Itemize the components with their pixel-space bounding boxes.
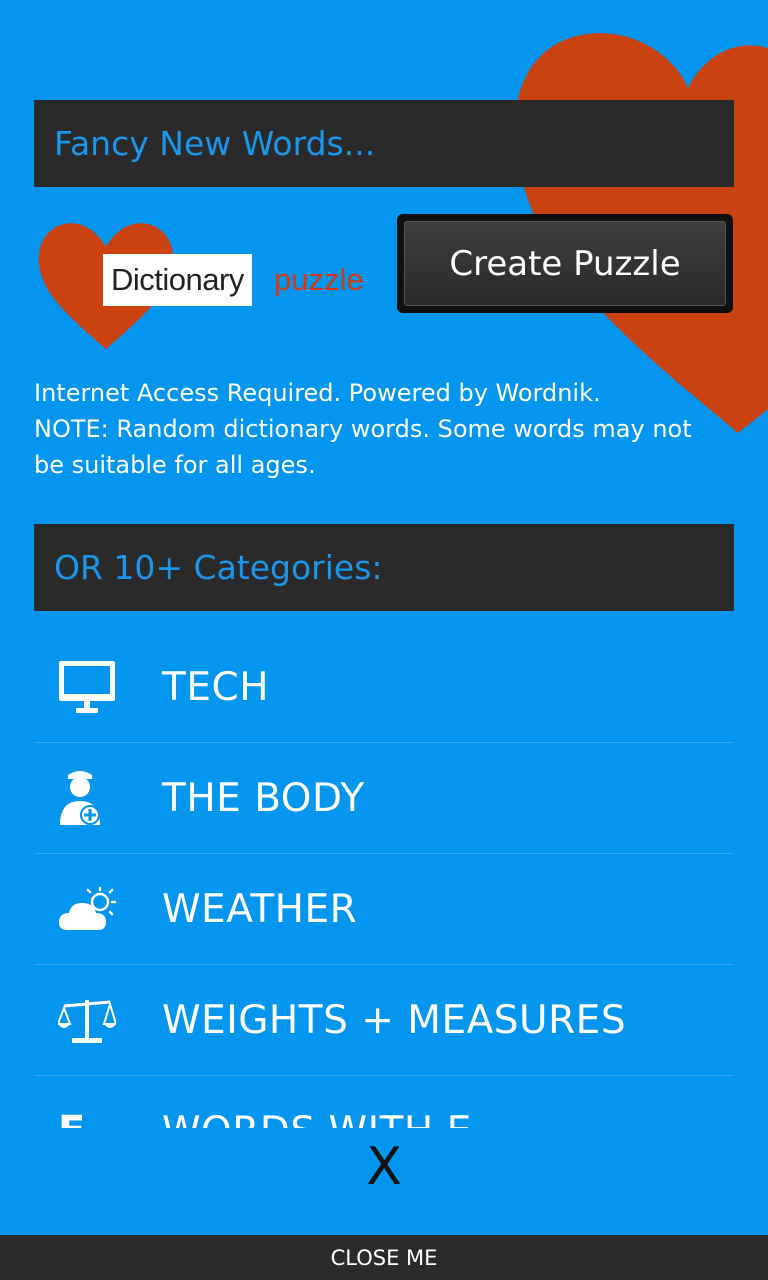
categories-header: OR 10+ Categories: — [34, 524, 734, 611]
monitor-icon — [59, 661, 115, 713]
info-text: Internet Access Required. Powered by Wor… — [34, 375, 724, 483]
close-me-label: CLOSE ME — [330, 1245, 438, 1270]
category-item-the-body[interactable]: THE BODY — [34, 743, 734, 854]
info-line-1: Internet Access Required. Powered by Wor… — [34, 379, 601, 407]
category-label: WEIGHTS + MEASURES — [162, 997, 627, 1043]
category-label: TECH — [162, 664, 270, 710]
category-label: WEATHER — [162, 886, 358, 932]
letter-e-icon: E — [58, 1108, 85, 1128]
info-line-2: NOTE: Random dictionary words. Some word… — [34, 415, 692, 443]
category-label: THE BODY — [162, 775, 365, 821]
fancy-words-header: Fancy New Words... — [34, 100, 734, 187]
close-me-button[interactable]: CLOSE ME — [0, 1235, 768, 1280]
logo-word-puzzle: puzzle — [274, 262, 364, 297]
logo-word-dictionary: Dictionary — [103, 254, 252, 306]
info-line-3: be suitable for all ages. — [34, 451, 316, 479]
close-x-button[interactable]: X — [354, 1135, 414, 1199]
doctor-icon — [60, 771, 100, 825]
create-puzzle-button[interactable]: Create Puzzle — [397, 214, 733, 313]
dictionary-puzzle-logo: Dictionary puzzle — [36, 214, 376, 354]
category-item-weights-measures[interactable]: WEIGHTS + MEASURES — [34, 965, 734, 1076]
scale-icon — [58, 1000, 116, 1043]
categories-title: OR 10+ Categories: — [54, 548, 383, 587]
category-list[interactable]: TECH THE BODY WEATHER WEIGHTS + MEASURES — [34, 632, 734, 1128]
category-item-tech[interactable]: TECH — [34, 632, 734, 743]
category-item-weather[interactable]: WEATHER — [34, 854, 734, 965]
cloud-sun-icon — [58, 886, 117, 930]
category-label: WORDS WITH E — [162, 1109, 472, 1129]
fancy-words-title: Fancy New Words... — [54, 124, 376, 163]
create-puzzle-label: Create Puzzle — [404, 221, 726, 306]
category-item-words-with-e[interactable]: E WORDS WITH E — [34, 1076, 734, 1128]
